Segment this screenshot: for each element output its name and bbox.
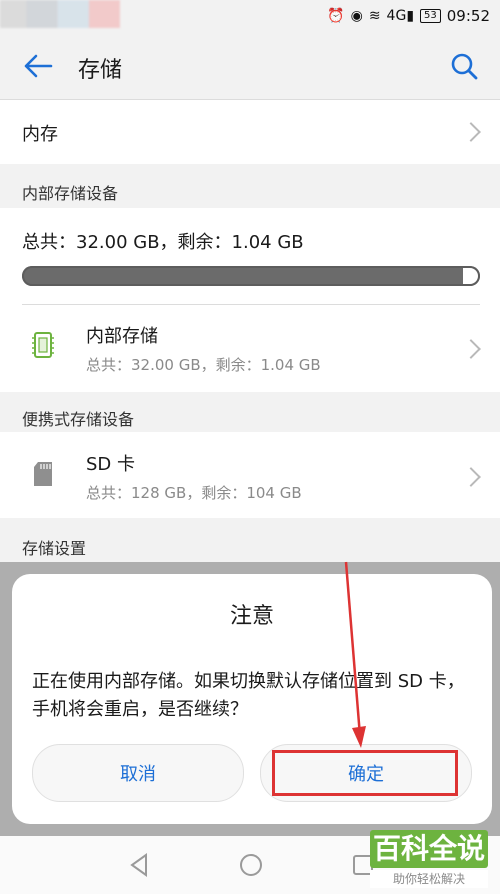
- eye-icon: ◉: [350, 8, 363, 24]
- internal-summary: 总共：32.00 GB，剩余：1.04 GB: [22, 232, 304, 253]
- section-title-settings: 存储设置: [22, 539, 87, 558]
- internal-storage-item[interactable]: 内部存储 总共：32.00 GB，剩余：1.04 GB: [0, 306, 500, 392]
- battery-level: 53: [424, 10, 437, 21]
- sd-card-title: SD 卡: [86, 454, 136, 475]
- status-notification-icons: [0, 0, 120, 28]
- chevron-right-icon: [461, 467, 481, 487]
- watermark-logo: 百科全说 助你轻松解决: [370, 830, 488, 892]
- battery-icon: 53: [420, 9, 441, 23]
- back-arrow-icon[interactable]: [20, 50, 56, 82]
- clock: 09:52: [446, 7, 490, 25]
- annotation-highlight-box: [272, 750, 458, 796]
- sd-card-item[interactable]: SD 卡 总共：128 GB，剩余：104 GB: [0, 432, 500, 518]
- search-icon[interactable]: [448, 50, 480, 82]
- section-title-portable: 便携式存储设备: [22, 410, 135, 429]
- memory-row[interactable]: 内存: [0, 100, 500, 164]
- chevron-right-icon: [461, 339, 481, 359]
- watermark-subtitle: 助你轻松解决: [370, 870, 488, 888]
- dialog-title: 注意: [229, 604, 274, 629]
- dialog-message: 正在使用内部存储。如果切换默认存储位置到 SD 卡，手机将会重启，是否继续？: [32, 671, 465, 720]
- annotation-arrow: [344, 561, 366, 748]
- wifi-icon: ≋: [368, 8, 381, 24]
- sd-card-icon: [34, 462, 52, 486]
- divider: [22, 304, 480, 305]
- section-title-internal: 内部存储设备: [22, 184, 119, 203]
- status-icons: ⏰ ◉ ≋ 4G▮ 53 09:52: [327, 4, 490, 28]
- storage-free-segment: [463, 268, 478, 284]
- memory-label: 内存: [22, 124, 58, 145]
- signal-icon: 4G▮: [386, 8, 415, 24]
- alarm-icon: ⏰: [327, 8, 345, 24]
- internal-storage-title: 内部存储: [86, 326, 158, 347]
- internal-storage-subtitle: 总共：32.00 GB，剩余：1.04 GB: [86, 356, 321, 374]
- nav-back-icon[interactable]: [126, 852, 152, 878]
- chip-storage-icon: [32, 332, 54, 358]
- cancel-button[interactable]: 取消: [32, 744, 244, 802]
- status-bar: ⏰ ◉ ≋ 4G▮ 53 09:52: [0, 0, 500, 32]
- nav-home-icon[interactable]: [238, 852, 264, 878]
- storage-usage-bar: [22, 266, 480, 286]
- chevron-right-icon: [461, 122, 481, 142]
- network-type: 4G: [386, 8, 407, 24]
- watermark-title: 百科全说: [370, 830, 488, 868]
- page-title: 存储: [78, 58, 123, 83]
- app-bar: 存储: [0, 32, 500, 100]
- sd-card-subtitle: 总共：128 GB，剩余：104 GB: [86, 484, 302, 502]
